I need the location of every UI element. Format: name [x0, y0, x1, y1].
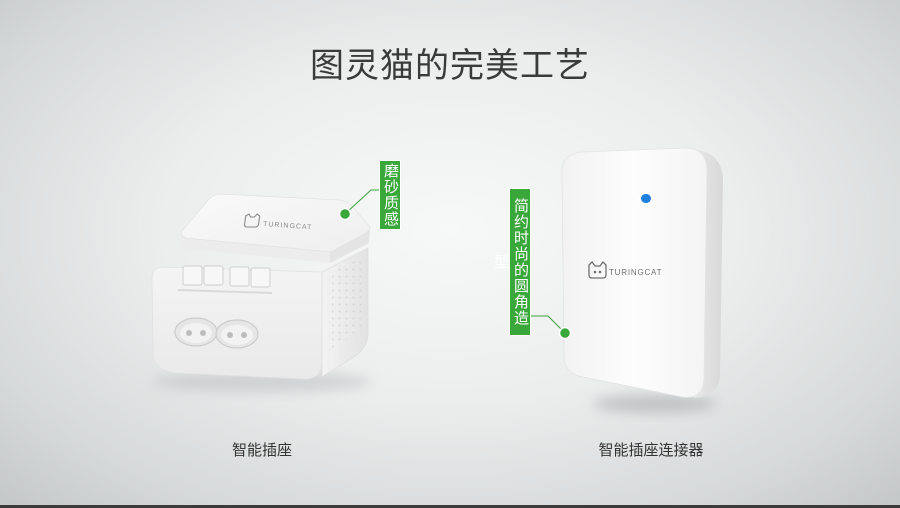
- plug-button-1: [182, 265, 203, 286]
- product-caption-smart-plug: 智能插座: [231, 442, 292, 459]
- smart-plug-product: TURINGCAT: [151, 193, 372, 392]
- socket-left: [174, 317, 218, 347]
- connector-product: TURINGCAT: [561, 147, 723, 413]
- product-caption-connector: 智能插座连接器: [598, 442, 704, 459]
- feature-label-matte: 磨砂质感: [379, 160, 401, 230]
- callout-dot: [338, 207, 352, 221]
- plug-button-4: [250, 267, 271, 288]
- callout-dot: [558, 326, 572, 340]
- page-title: 图灵猫的完美工艺: [310, 47, 590, 85]
- plug-button-2: [203, 265, 224, 286]
- plug-button-3: [229, 266, 250, 287]
- socket-right: [215, 319, 259, 349]
- connector-logo-text: TURINGCAT: [609, 268, 662, 277]
- feature-label-rounded: 简约时尚的圆角造型: [492, 188, 531, 336]
- led-indicator: [639, 192, 653, 205]
- connector-shadow: [593, 395, 717, 413]
